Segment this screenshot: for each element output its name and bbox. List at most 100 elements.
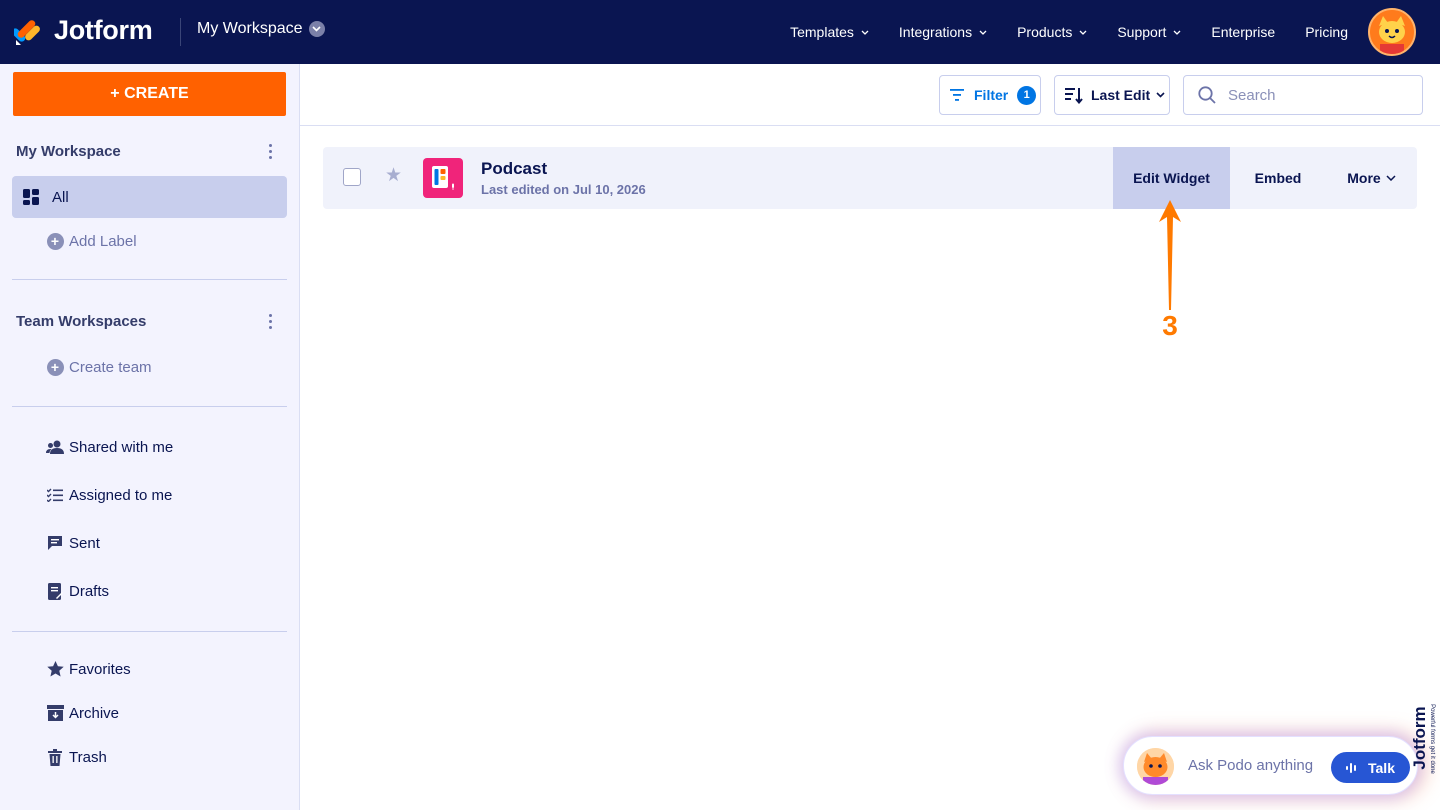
nav-support-label: Support bbox=[1117, 24, 1167, 40]
sidebar-item-archive[interactable]: Archive bbox=[12, 692, 287, 734]
team-workspaces-menu-icon[interactable] bbox=[262, 311, 278, 331]
podo-prompt[interactable]: Ask Podo anything bbox=[1188, 757, 1313, 774]
talk-button[interactable]: Talk bbox=[1331, 752, 1410, 783]
workspace-label: My Workspace bbox=[197, 20, 303, 37]
sidebar-divider bbox=[12, 631, 287, 632]
voice-wave-icon bbox=[1346, 762, 1356, 773]
chevron-down-icon bbox=[1079, 27, 1087, 38]
badge-brand: Jotform bbox=[1410, 706, 1429, 770]
jotform-logo[interactable]: Jotform bbox=[14, 15, 153, 46]
podo-avatar bbox=[1137, 748, 1174, 785]
star-icon bbox=[46, 660, 64, 678]
grid-icon bbox=[22, 188, 40, 206]
jotform-logo-icon bbox=[14, 19, 40, 45]
nav-integrations[interactable]: Integrations bbox=[899, 24, 987, 40]
form-row[interactable]: ★ Podcast Last edited on Jul 10, 2026 Ed… bbox=[323, 147, 1417, 209]
favorite-star-icon[interactable]: ★ bbox=[385, 166, 402, 185]
search-input[interactable] bbox=[1228, 86, 1408, 104]
message-icon bbox=[46, 534, 64, 552]
sidebar-item-trash-label: Trash bbox=[69, 748, 107, 766]
sidebar: + CREATE My Workspace All + Add Label Te… bbox=[0, 64, 300, 810]
chevron-down-icon bbox=[1173, 27, 1181, 38]
sidebar-item-favorites-label: Favorites bbox=[69, 660, 131, 678]
sidebar-item-sent-label: Sent bbox=[69, 534, 100, 552]
archive-icon bbox=[46, 704, 64, 722]
filter-label: Filter bbox=[974, 87, 1009, 103]
more-label: More bbox=[1347, 170, 1381, 186]
chevron-down-icon bbox=[979, 27, 987, 38]
users-icon bbox=[46, 438, 64, 456]
search-icon bbox=[1198, 86, 1216, 104]
content-toolbar: Filter 1 Last Edit bbox=[300, 64, 1440, 126]
nav-products[interactable]: Products bbox=[1017, 24, 1087, 40]
sort-icon bbox=[1065, 87, 1083, 104]
step-annotation: 3 bbox=[1150, 196, 1190, 346]
sidebar-item-shared-label: Shared with me bbox=[69, 438, 174, 456]
sidebar-item-drafts-label: Drafts bbox=[69, 582, 110, 600]
draft-icon bbox=[46, 582, 64, 600]
chevron-down-icon bbox=[1386, 175, 1396, 181]
plus-circle-icon: + bbox=[46, 232, 64, 250]
filter-icon bbox=[950, 89, 964, 101]
nav-support[interactable]: Support bbox=[1117, 24, 1181, 40]
user-avatar[interactable] bbox=[1368, 8, 1416, 56]
chevron-down-icon bbox=[861, 27, 869, 38]
search-box[interactable] bbox=[1183, 75, 1423, 115]
chevron-down-icon bbox=[1156, 92, 1165, 98]
step-number: 3 bbox=[1162, 310, 1178, 341]
nav-enterprise[interactable]: Enterprise bbox=[1211, 24, 1275, 40]
create-button[interactable]: + CREATE bbox=[13, 72, 286, 116]
badge-tagline: Powerful forms get it done bbox=[1429, 704, 1435, 774]
nav-pricing[interactable]: Pricing bbox=[1305, 24, 1348, 40]
nav-enterprise-label: Enterprise bbox=[1211, 24, 1276, 40]
create-team-button[interactable]: + Create team bbox=[12, 346, 287, 388]
chevron-down-icon bbox=[308, 21, 325, 37]
top-navbar: Jotform My Workspace Templates Integrati… bbox=[0, 0, 1440, 64]
form-last-edited: Last edited on Jul 10, 2026 bbox=[481, 182, 646, 197]
nav-templates[interactable]: Templates bbox=[790, 24, 869, 40]
create-team-text: Create team bbox=[69, 358, 152, 376]
filter-button[interactable]: Filter 1 bbox=[939, 75, 1041, 115]
nav-divider bbox=[180, 18, 181, 46]
podcast-widget-icon bbox=[423, 158, 463, 198]
sidebar-item-all-label: All bbox=[52, 188, 69, 206]
embed-button[interactable]: Embed bbox=[1230, 147, 1326, 209]
my-workspace-heading: My Workspace bbox=[16, 143, 121, 160]
sidebar-divider bbox=[12, 279, 287, 280]
sidebar-item-assigned-label: Assigned to me bbox=[69, 486, 173, 504]
more-button[interactable]: More bbox=[1326, 147, 1417, 209]
add-label-text: Add Label bbox=[69, 232, 137, 250]
sidebar-item-archive-label: Archive bbox=[69, 704, 120, 722]
sort-label: Last Edit bbox=[1091, 87, 1151, 103]
sort-button[interactable]: Last Edit bbox=[1054, 75, 1170, 115]
sidebar-item-shared[interactable]: Shared with me bbox=[12, 426, 287, 468]
nav-products-label: Products bbox=[1017, 24, 1073, 40]
talk-label: Talk bbox=[1368, 759, 1395, 776]
nav-pricing-label: Pricing bbox=[1305, 24, 1348, 40]
workspace-switcher[interactable]: My Workspace bbox=[197, 20, 325, 38]
nav-integrations-label: Integrations bbox=[898, 24, 973, 40]
sidebar-divider bbox=[12, 406, 287, 407]
trash-icon bbox=[46, 748, 64, 766]
podo-assistant-bar[interactable]: Ask Podo anything Talk bbox=[1123, 736, 1418, 795]
filter-count-badge: 1 bbox=[1017, 85, 1037, 105]
jotform-vertical-badge: Jotform Powerful forms get it done bbox=[1408, 690, 1440, 794]
nav-templates-label: Templates bbox=[790, 24, 854, 40]
my-workspace-menu-icon[interactable] bbox=[262, 141, 278, 161]
form-title[interactable]: Podcast bbox=[481, 159, 547, 179]
team-workspaces-heading: Team Workspaces bbox=[16, 313, 147, 330]
plus-circle-icon: + bbox=[46, 358, 64, 376]
sidebar-item-favorites[interactable]: Favorites bbox=[12, 648, 287, 690]
sidebar-item-trash[interactable]: Trash bbox=[12, 736, 287, 778]
row-checkbox[interactable] bbox=[343, 168, 361, 186]
checklist-icon bbox=[46, 486, 64, 504]
sidebar-item-all[interactable]: All bbox=[12, 176, 287, 218]
nav-links: Templates Integrations Products Support … bbox=[760, 0, 1348, 64]
sidebar-item-drafts[interactable]: Drafts bbox=[12, 570, 287, 612]
sidebar-item-assigned[interactable]: Assigned to me bbox=[12, 474, 287, 516]
brand-name: Jotform bbox=[54, 15, 153, 45]
sidebar-item-sent[interactable]: Sent bbox=[12, 522, 287, 564]
add-label-button[interactable]: + Add Label bbox=[12, 220, 287, 262]
podo-avatar-icon bbox=[1370, 10, 1414, 54]
podo-cat-icon bbox=[1137, 748, 1174, 785]
